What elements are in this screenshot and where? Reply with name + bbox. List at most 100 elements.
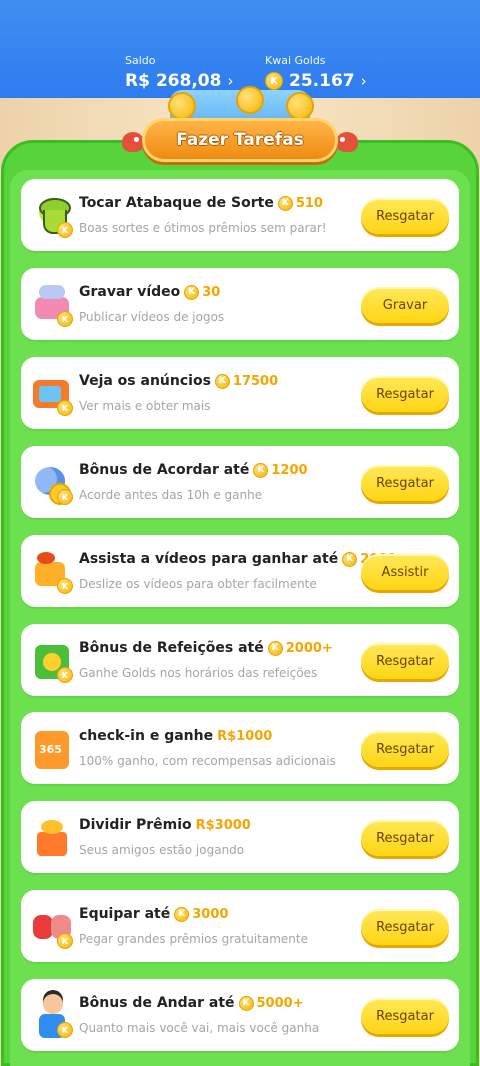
task-reward-value: 5000+ (256, 995, 304, 1011)
task-reward: K 3000 (174, 906, 229, 922)
task-subtitle: Publicar vídeos de jogos (79, 310, 225, 324)
saldo-value: R$ 268,08 (125, 71, 222, 91)
gold-coin-icon: K (277, 195, 293, 211)
meal-calendar-icon: K (31, 639, 75, 683)
gold-coin-icon: K (238, 995, 254, 1011)
task-action-button[interactable]: Resgatar (361, 376, 449, 412)
task-reward: K 1200 (253, 462, 308, 478)
gold-coin-icon: K (265, 72, 283, 90)
gold-coin-icon: K (184, 284, 200, 300)
task-title: Equipar até (79, 906, 171, 922)
gift-icon (31, 816, 75, 860)
calendar-365-icon (31, 727, 75, 771)
gold-coin-icon: K (342, 551, 358, 567)
task-reward: K 2000+ (267, 640, 333, 656)
task-title: Bônus de Acordar até (79, 462, 250, 478)
task-subtitle: Deslize os vídeos para obter facilmente (79, 577, 317, 591)
golds-label: Kwai Golds (265, 54, 326, 67)
gold-coin-icon: K (57, 311, 73, 327)
banner-title: Fazer Tarefas (176, 130, 304, 150)
task-reward-value: 1200 (271, 462, 308, 478)
gold-coin-icon: K (57, 222, 73, 238)
task-card: K Bônus de Andar até K 5000+ Quanto mais voc… (21, 979, 459, 1051)
task-reward-value: 3000 (192, 906, 229, 922)
camera-icon: K (31, 550, 75, 594)
task-reward: K 5000+ (238, 995, 304, 1011)
boxing-glove-icon: K (31, 905, 75, 949)
task-subtitle: Pegar grandes prêmios gratuitamente (79, 932, 308, 946)
golds-value: 25.167 (289, 71, 355, 91)
gold-coin-icon: K (57, 1022, 73, 1038)
task-card: K Equipar até K 3000 Pegar grandes prêmios g… (21, 890, 459, 962)
gold-coin-icon: K (57, 400, 73, 416)
task-action-button[interactable]: Resgatar (361, 909, 449, 945)
gold-coin-icon: K (253, 462, 269, 478)
task-action-button[interactable]: Resgatar (361, 643, 449, 679)
tv-ad-icon: K (31, 372, 75, 416)
coin-icon (286, 92, 314, 120)
moon-wake-icon: K (31, 461, 75, 505)
task-card: K Tocar Atabaque de Sorte K 510 Boas sortes … (21, 179, 459, 251)
task-card: K Veja os anúncios K 17500 Ver mais e obter … (21, 357, 459, 429)
chevron-right-icon: › (227, 72, 234, 90)
task-card: Dividir Prêmio R$3000 Seus amigos estão jo… (21, 801, 459, 873)
saldo-label: Saldo (125, 54, 156, 67)
task-title: Tocar Atabaque de Sorte (79, 195, 274, 211)
task-reward-value: R$1000 (217, 728, 273, 744)
task-action-button[interactable]: Assistir (361, 554, 449, 590)
task-reward-value: 510 (295, 195, 323, 211)
task-reward-value: 17500 (232, 373, 279, 389)
gold-coin-icon: K (267, 640, 283, 656)
task-subtitle: Seus amigos estão jogando (79, 843, 245, 857)
task-subtitle: 100% ganho, com recompensas adicionais (79, 754, 336, 768)
drum-icon: K (31, 194, 75, 238)
task-reward-value: R$3000 (195, 817, 251, 833)
task-subtitle: Acorde antes das 10h e ganhe (79, 488, 263, 502)
balance-header (0, 0, 480, 98)
video-record-icon: K (31, 283, 75, 327)
task-reward: K 17500 (214, 373, 279, 389)
gold-coin-icon: K (214, 373, 230, 389)
task-title: Veja os anúncios (79, 373, 211, 389)
task-reward: R$1000 (217, 729, 272, 744)
gold-coin-icon: K (57, 578, 73, 594)
task-action-button[interactable]: Gravar (361, 287, 449, 323)
task-action-button[interactable]: Resgatar (361, 998, 449, 1034)
task-reward-value: 2000+ (285, 640, 333, 656)
task-subtitle: Boas sortes e ótimos prêmios sem parar! (79, 221, 327, 235)
gold-coin-icon: K (57, 667, 73, 683)
coin-icon (236, 86, 264, 114)
task-reward: K 510 (277, 195, 323, 211)
chevron-right-icon: › (360, 72, 367, 90)
task-title: Assista a vídeos para ganhar até (79, 551, 339, 567)
task-card: check-in e ganheR$1000 100% ganho, com re… (21, 712, 459, 784)
task-reward: R$3000 (196, 818, 251, 833)
task-action-button[interactable]: Resgatar (361, 198, 449, 234)
task-title: Dividir Prêmio (79, 817, 192, 833)
task-action-button[interactable]: Resgatar (361, 731, 449, 767)
task-title: Gravar vídeo (79, 284, 181, 300)
task-card: K Gravar vídeo K 30 Publicar vídeos de jogos… (21, 268, 459, 340)
gold-coin-icon: K (57, 489, 73, 505)
coin-icon (168, 92, 196, 120)
task-title: Bônus de Refeições até (79, 640, 264, 656)
task-card: K Bônus de Refeições até K 2000+ Ganhe Golds… (21, 624, 459, 696)
task-subtitle: Ver mais e obter mais (79, 399, 211, 413)
golds-balance[interactable]: Kwai Golds K 25.167 › (265, 54, 367, 91)
task-card: K Bônus de Acordar até K 1200 Acorde antes d… (21, 446, 459, 518)
task-action-button[interactable]: Resgatar (361, 820, 449, 856)
task-reward: K 30 (184, 284, 221, 300)
task-title: check-in e ganhe (79, 728, 214, 744)
task-subtitle: Ganhe Golds nos horários das refeições (79, 666, 318, 680)
task-title: Bônus de Andar até (79, 995, 235, 1011)
gold-coin-icon: K (57, 933, 73, 949)
task-reward-value: 30 (202, 284, 221, 300)
saldo-balance[interactable]: Saldo R$ 268,08 › (125, 54, 233, 91)
task-action-button[interactable]: Resgatar (361, 465, 449, 501)
section-banner: Fazer Tarefas (142, 118, 338, 162)
task-subtitle: Quanto mais você vai, mais você ganha (79, 1021, 320, 1035)
bird-icon (336, 132, 358, 152)
walking-person-icon: K (31, 994, 75, 1038)
bird-icon (122, 132, 144, 152)
gold-coin-icon: K (174, 906, 190, 922)
